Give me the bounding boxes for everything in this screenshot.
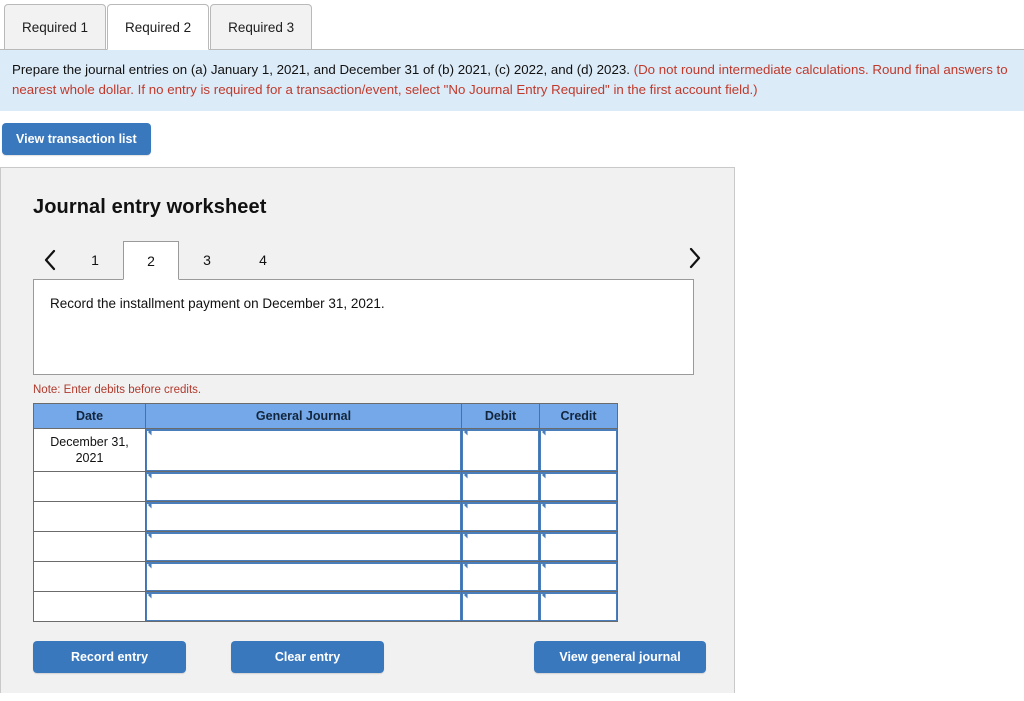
debit-input[interactable] [462,592,539,621]
required-tabs-bar: Required 1 Required 2 Required 3 [0,0,1024,50]
table-row [33,531,618,562]
cell-general-journal[interactable] [145,471,462,502]
general-journal-input[interactable] [146,429,461,471]
cell-credit[interactable] [539,531,618,562]
cell-credit[interactable] [539,501,618,532]
cell-debit[interactable] [461,591,540,622]
chevron-left-icon[interactable] [33,241,67,279]
worksheet-action-buttons: Record entry Clear entry View general jo… [33,641,712,675]
column-header-debit: Debit [461,403,540,429]
pager-page-2[interactable]: 2 [123,241,179,280]
pager-page-4-label: 4 [259,252,267,268]
credit-input[interactable] [540,532,617,561]
tab-required-3-label: Required 3 [228,19,295,35]
credit-input[interactable] [540,429,617,471]
cell-date [33,591,146,622]
toolbar: View transaction list [0,111,1024,155]
view-general-journal-button[interactable]: View general journal [534,641,706,673]
cell-credit[interactable] [539,471,618,502]
cell-debit[interactable] [461,428,540,472]
table-row [33,501,618,532]
debits-before-credits-note: Note: Enter debits before credits. [33,384,202,396]
cell-general-journal[interactable] [145,561,462,592]
table-row [33,471,618,502]
credit-input[interactable] [540,592,617,621]
instructions-banner: Prepare the journal entries on (a) Janua… [0,50,1024,111]
credit-input[interactable] [540,472,617,501]
cell-general-journal[interactable] [145,531,462,562]
general-journal-input[interactable] [146,502,461,531]
journal-entry-table: Date General Journal Debit Credit Decemb… [33,403,618,622]
table-row [33,561,618,592]
debit-input[interactable] [462,562,539,591]
cell-debit[interactable] [461,501,540,532]
cell-debit[interactable] [461,561,540,592]
view-transaction-list-button[interactable]: View transaction list [2,123,151,155]
worksheet-description-text: Record the installment payment on Decemb… [50,296,385,311]
record-entry-button[interactable]: Record entry [33,641,186,673]
cell-date [33,561,146,592]
column-header-date: Date [33,403,146,429]
table-row: December 31, 2021 [33,428,618,472]
cell-credit[interactable] [539,428,618,472]
debit-input[interactable] [462,502,539,531]
worksheet-title: Journal entry worksheet [33,196,267,218]
cell-general-journal[interactable] [145,428,462,472]
cell-credit[interactable] [539,591,618,622]
credit-input[interactable] [540,502,617,531]
tab-required-3[interactable]: Required 3 [210,4,313,50]
cell-general-journal[interactable] [145,501,462,532]
pager-page-1[interactable]: 1 [67,241,123,279]
general-journal-input[interactable] [146,562,461,591]
journal-entry-worksheet-panel: Journal entry worksheet 1 2 3 4 Record t… [0,167,735,693]
tab-required-2[interactable]: Required 2 [107,4,210,50]
table-header-row: Date General Journal Debit Credit [33,403,618,429]
column-header-general-journal: General Journal [145,403,462,429]
cell-debit[interactable] [461,531,540,562]
instructions-main-text: Prepare the journal entries on (a) Janua… [12,62,634,77]
cell-date [33,471,146,502]
tab-required-2-label: Required 2 [125,19,192,35]
general-journal-input[interactable] [146,532,461,561]
cell-date [33,531,146,562]
debit-input[interactable] [462,532,539,561]
column-header-credit: Credit [539,403,618,429]
clear-entry-button[interactable]: Clear entry [231,641,384,673]
pager-page-2-label: 2 [147,252,155,269]
debit-input[interactable] [462,472,539,501]
cell-date: December 31, 2021 [33,428,146,472]
credit-input[interactable] [540,562,617,591]
pager-page-3-label: 3 [203,252,211,268]
pager-page-1-label: 1 [91,252,99,268]
pager-page-4[interactable]: 4 [235,241,291,279]
cell-date [33,501,146,532]
cell-general-journal[interactable] [145,591,462,622]
general-journal-input[interactable] [146,592,461,621]
chevron-right-icon[interactable] [678,239,712,277]
table-row [33,591,618,622]
tab-required-1[interactable]: Required 1 [4,4,107,50]
general-journal-input[interactable] [146,472,461,501]
worksheet-description-box: Record the installment payment on Decemb… [33,279,694,375]
cell-credit[interactable] [539,561,618,592]
tab-required-1-label: Required 1 [22,19,89,35]
pager-page-3[interactable]: 3 [179,241,235,279]
debit-input[interactable] [462,429,539,471]
worksheet-pager: 1 2 3 4 [33,239,712,280]
cell-debit[interactable] [461,471,540,502]
